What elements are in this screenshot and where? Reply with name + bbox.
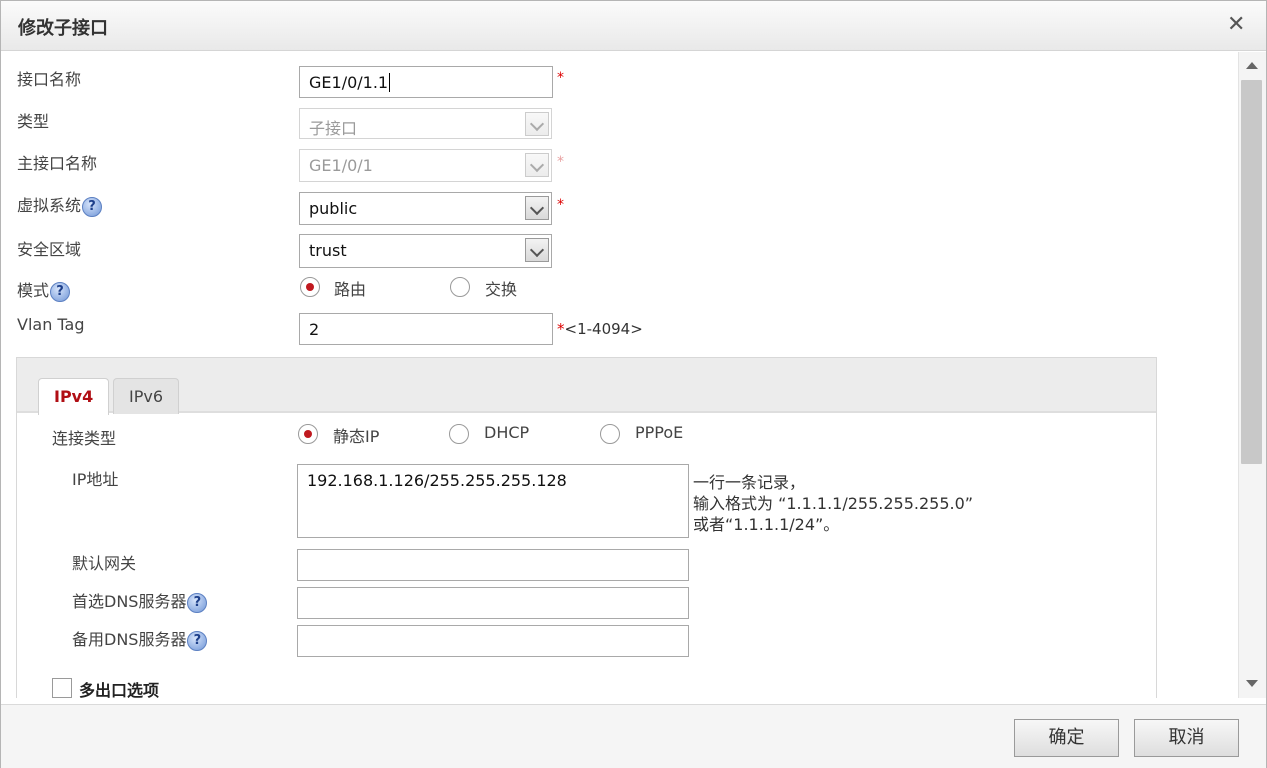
vsys-label: 虚拟系统?	[17, 192, 103, 217]
required-mark: *	[557, 197, 564, 213]
dns1-label-text: 首选DNS服务器	[72, 592, 187, 611]
chevron-down-icon	[525, 112, 549, 136]
vlan-range-text: <1-4094>	[564, 320, 643, 338]
gateway-input[interactable]	[297, 549, 689, 581]
mode-switch-radio[interactable]	[450, 277, 470, 297]
mode-label: 模式?	[17, 277, 71, 302]
hint-line: 输入格式为 “1.1.1.1/255.255.255.0”	[693, 494, 974, 513]
help-icon[interactable]: ?	[50, 281, 71, 302]
hint-line: 或者“1.1.1.1/24”。	[693, 515, 840, 534]
ip-address-textarea[interactable]: 192.168.1.126/255.255.255.128	[297, 464, 689, 538]
conn-static-label: 静态IP	[333, 427, 380, 446]
parent-interface-label: 主接口名称	[17, 154, 98, 173]
multi-exit-checkbox[interactable]	[52, 678, 72, 698]
vsys-select[interactable]: public	[299, 192, 552, 225]
dns2-label-text: 备用DNS服务器	[72, 630, 187, 649]
vlan-tag-input[interactable]: 2	[299, 313, 553, 345]
conn-pppoe-label: PPPoE	[635, 423, 684, 442]
vsys-value: public	[309, 199, 358, 218]
ip-address-format-hint: 一行一条记录， 输入格式为 “1.1.1.1/255.255.255.0” 或者…	[693, 472, 973, 535]
vlan-tag-label: Vlan Tag	[17, 315, 85, 334]
cancel-button[interactable]: 取消	[1134, 719, 1239, 757]
interface-name-input[interactable]: GE1/0/1.1	[299, 66, 553, 98]
mode-route-radio[interactable]	[300, 277, 320, 297]
dialog-title: 修改子接口	[18, 18, 108, 39]
help-icon[interactable]: ?	[187, 592, 208, 613]
chevron-down-icon[interactable]	[525, 238, 549, 262]
required-mark: *	[557, 70, 564, 86]
conn-dhcp-radio[interactable]	[449, 424, 469, 444]
tab-ipv4[interactable]: IPv4	[38, 378, 110, 415]
mode-label-text: 模式	[17, 281, 50, 300]
type-label: 类型	[17, 112, 50, 131]
vlan-tag-range-hint: *<1-4094>	[557, 320, 643, 338]
interface-name-label: 接口名称	[17, 70, 82, 89]
scroll-up-arrow-icon[interactable]	[1246, 62, 1258, 69]
zone-select[interactable]: trust	[299, 234, 552, 268]
parent-interface-value: GE1/0/1	[309, 156, 373, 175]
conn-pppoe-radio[interactable]	[600, 424, 620, 444]
zone-value: trust	[309, 241, 347, 260]
hint-line: 一行一条记录，	[693, 473, 806, 492]
required-mark: *	[557, 154, 564, 170]
ip-config-panel: IPv4 IPv6 连接类型 静态IP DHCP PPPoE IP地址 192.…	[16, 357, 1157, 698]
chevron-down-icon[interactable]	[525, 196, 549, 220]
dns1-label: 首选DNS服务器?	[72, 588, 208, 613]
gateway-label: 默认网关	[72, 554, 137, 573]
multi-exit-label: 多出口选项	[79, 681, 160, 698]
dns1-input[interactable]	[297, 587, 689, 619]
close-icon[interactable]: ✕	[1227, 13, 1245, 37]
help-icon[interactable]: ?	[187, 630, 208, 651]
mode-switch-label: 交换	[485, 280, 518, 299]
type-value: 子接口	[309, 119, 358, 138]
ip-address-value: 192.168.1.126/255.255.255.128	[307, 471, 567, 490]
vsys-label-text: 虚拟系统	[17, 196, 82, 215]
parent-interface-select: GE1/0/1	[299, 149, 552, 182]
vlan-tag-value: 2	[309, 320, 320, 339]
dns2-label: 备用DNS服务器?	[72, 626, 208, 651]
dialog-body: 接口名称 GE1/0/1.1 * 类型 子接口 主接口名称 GE1/0/1 * …	[1, 52, 1238, 698]
ok-button[interactable]: 确定	[1014, 719, 1119, 757]
conn-dhcp-label: DHCP	[484, 423, 530, 442]
text-cursor	[389, 73, 391, 92]
edit-subinterface-dialog: 修改子接口 ✕ 接口名称 GE1/0/1.1 * 类型 子接口 主接口名称 GE…	[0, 0, 1267, 768]
chevron-down-icon	[525, 153, 549, 177]
zone-label: 安全区域	[17, 240, 82, 259]
conn-static-radio[interactable]	[298, 424, 318, 444]
conn-type-label: 连接类型	[52, 429, 117, 448]
dialog-titlebar: 修改子接口 ✕	[1, 1, 1266, 51]
dialog-footer: 确定 取消	[1, 704, 1266, 768]
mode-route-label: 路由	[334, 280, 367, 299]
ip-address-label: IP地址	[72, 470, 119, 489]
help-icon[interactable]: ?	[82, 196, 103, 217]
interface-name-value: GE1/0/1.1	[309, 73, 389, 92]
vertical-scrollbar[interactable]	[1238, 52, 1266, 698]
tab-bar: IPv4 IPv6	[17, 358, 1156, 415]
dns2-input[interactable]	[297, 625, 689, 657]
tab-ipv6[interactable]: IPv6	[113, 378, 180, 414]
required-mark: *	[557, 320, 565, 338]
scroll-down-arrow-icon[interactable]	[1246, 680, 1258, 687]
scrollbar-thumb[interactable]	[1241, 80, 1262, 464]
type-select: 子接口	[299, 108, 552, 139]
